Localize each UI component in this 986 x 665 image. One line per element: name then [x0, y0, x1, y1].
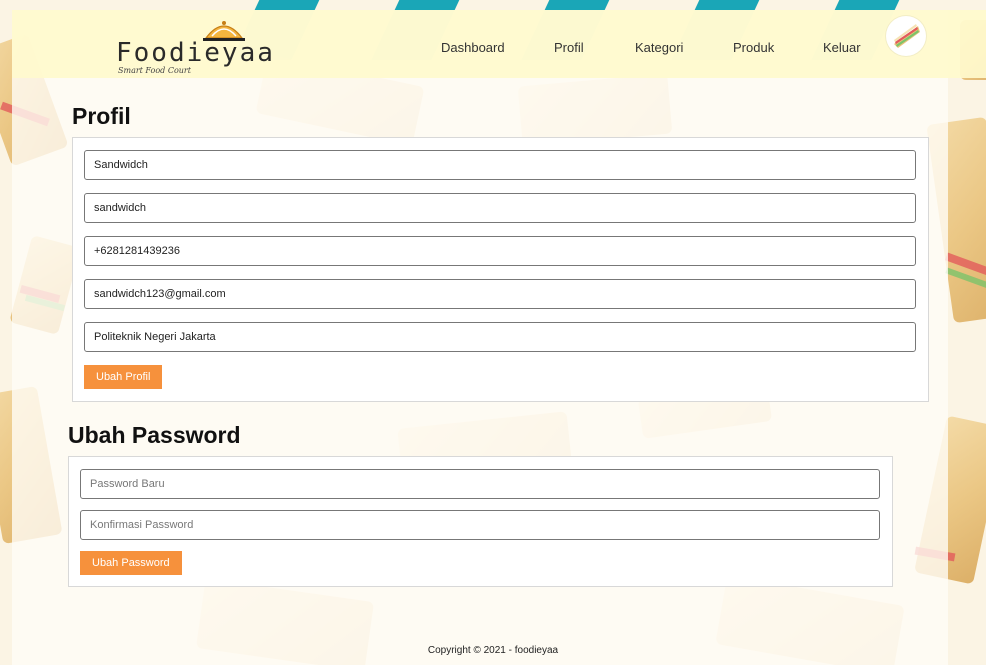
password-title: Ubah Password: [68, 422, 241, 448]
nav-produk[interactable]: Produk: [733, 40, 774, 55]
profile-title: Profil: [72, 103, 131, 129]
new-password-field[interactable]: [80, 469, 880, 499]
phone-field[interactable]: [84, 236, 916, 266]
address-field[interactable]: [84, 322, 916, 352]
profile-card: Ubah Profil: [72, 137, 929, 402]
confirm-password-field[interactable]: [80, 510, 880, 540]
nav-kategori[interactable]: Kategori: [635, 40, 683, 55]
nav-dashboard[interactable]: Dashboard: [441, 40, 505, 55]
password-card: Ubah Password: [68, 456, 893, 587]
nav-profil[interactable]: Profil: [554, 40, 584, 55]
avatar[interactable]: [886, 16, 926, 56]
header: Foodieyaa Smart Food Court Dashboard Pro…: [12, 10, 986, 78]
update-password-button[interactable]: Ubah Password: [80, 551, 182, 575]
update-profile-button[interactable]: Ubah Profil: [84, 365, 163, 389]
brand-tagline: Smart Food Court: [118, 66, 191, 75]
email-field[interactable]: [84, 279, 916, 309]
name-field[interactable]: [84, 150, 916, 180]
username-field[interactable]: [84, 193, 916, 223]
footer-copyright: Copyright © 2021 - foodieyaa: [427, 645, 559, 656]
brand-name: Foodieyaa: [116, 38, 275, 68]
sandwich-avatar-icon: [894, 24, 920, 48]
nav-keluar[interactable]: Keluar: [823, 40, 861, 55]
logo[interactable]: Foodieyaa Smart Food Court: [104, 18, 274, 78]
